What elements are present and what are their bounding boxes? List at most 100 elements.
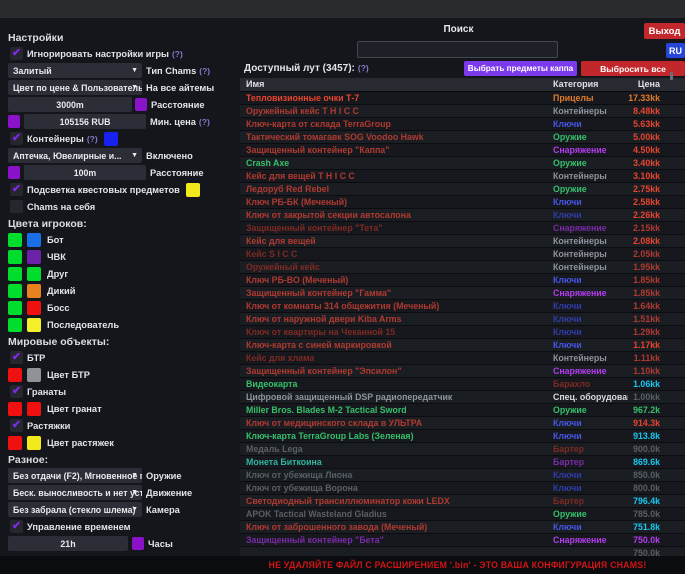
color-swatch[interactable] <box>8 166 20 179</box>
color-swatch[interactable] <box>27 301 41 315</box>
color-swatch[interactable] <box>186 183 200 197</box>
item-name: Тепловизионные очки Т-7 <box>240 92 546 104</box>
color-swatch[interactable] <box>27 233 41 247</box>
checkbox-checked[interactable]: ✔ <box>10 419 23 432</box>
containers-distance-input[interactable]: 100m <box>24 165 146 180</box>
checkbox-checked[interactable]: ✔ <box>10 183 23 196</box>
setting-tripwires[interactable]: ✔ Растяжки <box>8 418 238 433</box>
chams-type-dropdown[interactable]: Залитый▼ <box>8 63 142 78</box>
column-header-name[interactable]: Имя <box>240 78 546 91</box>
table-row[interactable]: Кейс для хламаКонтейнеры1.11kk <box>240 352 685 365</box>
checkbox-checked[interactable]: ✔ <box>10 385 23 398</box>
table-row[interactable]: Цифровой защищенный DSP радиопередатчикС… <box>240 391 685 404</box>
table-row[interactable]: Кейс S I C CКонтейнеры2.05kk <box>240 248 685 261</box>
color-swatch[interactable] <box>27 402 41 416</box>
table-row[interactable]: Ключ от закрытой секции автосалонаКлючи2… <box>240 209 685 222</box>
item-category: Снаряжение <box>546 287 628 299</box>
table-row[interactable]: Ключ-карта с синей маркировкойКлючи1.17k… <box>240 339 685 352</box>
table-row[interactable]: Ключ РБ-ВО (Меченый)Ключи1.85kk <box>240 274 685 287</box>
color-swatch[interactable] <box>27 267 41 281</box>
table-row[interactable]: Ключ от комнаты 314 общежития (Меченый)К… <box>240 300 685 313</box>
table-row[interactable]: Ключ РБ-БК (Меченый)Ключи2.58kk <box>240 196 685 209</box>
table-row[interactable]: Светодиодный трансиллюминатор кожи LEDXБ… <box>240 495 685 508</box>
containers-filter-dropdown[interactable]: Аптечка, Ювелирные и...▼ <box>8 148 142 163</box>
table-row[interactable]: Ключ от заброшенного завода (Меченый)Клю… <box>240 521 685 534</box>
color-swatch[interactable] <box>8 301 22 315</box>
setting-grenades[interactable]: ✔ Гранаты <box>8 384 238 399</box>
table-row[interactable]: Ключ-карта от склада TerraGroupКлючи5.63… <box>240 118 685 131</box>
table-row[interactable]: Медаль LegaБартер900.0k <box>240 443 685 456</box>
column-header-category[interactable]: Категория <box>546 78 628 91</box>
player-color-label: Последователь <box>47 320 119 330</box>
color-swatch[interactable] <box>8 318 22 332</box>
table-row[interactable]: Защищенный контейнер "Эпсилон"Снаряжение… <box>240 365 685 378</box>
table-row[interactable]: Ключ-карта TerraGroup Labs (Зеленая)Ключ… <box>240 430 685 443</box>
color-swatch[interactable] <box>27 284 41 298</box>
color-swatch[interactable] <box>8 115 20 128</box>
distance-input[interactable]: 3000m <box>8 97 132 112</box>
checkbox-unchecked[interactable] <box>10 200 23 213</box>
movement-dropdown[interactable]: Беск. выносливость и нет уста▼ <box>8 485 142 500</box>
table-row[interactable]: Защищенный контейнер "Гамма"Снаряжение1.… <box>240 287 685 300</box>
camera-dropdown[interactable]: Без забрала (стекло шлема)▼ <box>8 502 142 517</box>
color-swatch[interactable] <box>27 318 41 332</box>
color-swatch[interactable] <box>8 250 22 264</box>
table-row[interactable]: Защищенный контейнер "Бета"Снаряжение750… <box>240 534 685 547</box>
checkbox-checked[interactable]: ✔ <box>10 132 23 145</box>
table-row[interactable]: Оружейный кейс T H I C CКонтейнеры8.48kk <box>240 105 685 118</box>
table-row[interactable]: Crash AxeОружие3.40kk <box>240 157 685 170</box>
setting-btr[interactable]: ✔ БТР <box>8 350 238 365</box>
checkbox-checked[interactable]: ✔ <box>10 520 23 533</box>
weapon-dropdown[interactable]: Без отдачи (F2), Мгновенное п▼ <box>8 468 142 483</box>
hours-input[interactable]: 21h <box>8 536 128 551</box>
color-swatch[interactable] <box>104 132 118 146</box>
table-row[interactable]: Ключ от убежища ЛионаКлючи850.0k <box>240 469 685 482</box>
table-row[interactable]: Защищенный контейнер "Тета"Снаряжение2.1… <box>240 222 685 235</box>
language-button[interactable]: RU <box>666 43 685 58</box>
table-row[interactable]: Кейс для вещейКонтейнеры2.08kk <box>240 235 685 248</box>
setting-time-control[interactable]: ✔ Управление временем <box>8 519 238 534</box>
table-row[interactable]: Miller Bros. Blades M-2 Tactical SwordОр… <box>240 404 685 417</box>
table-row[interactable]: ВидеокартаБарахло1.06kk <box>240 378 685 391</box>
setting-chams-self[interactable]: Chams на себя <box>8 199 238 214</box>
player-color-row: Друг <box>8 266 238 281</box>
table-row[interactable]: Оружейный кейсКонтейнеры1.95kk <box>240 261 685 274</box>
color-swatch[interactable] <box>27 436 41 450</box>
table-row[interactable]: Защищенный контейнер "Каппа"Снаряжение4.… <box>240 144 685 157</box>
min-price-input[interactable]: 105156 RUB <box>24 114 146 129</box>
table-row[interactable]: Ключ от медицинского склада в УЛЬТРАКлюч… <box>240 417 685 430</box>
table-row[interactable]: Тепловизионные очки Т-7Прицелы17.33kk <box>240 92 685 105</box>
scrollbar-thumb[interactable] <box>670 72 673 80</box>
color-swatch[interactable] <box>27 368 41 382</box>
table-row[interactable]: Тактический томагавк SOG Voodoo HawkОруж… <box>240 131 685 144</box>
item-name: Оружейный кейс <box>240 261 546 273</box>
search-input[interactable] <box>357 41 558 58</box>
setting-quest-highlight[interactable]: ✔ Подсветка квестовых предметов <box>8 182 238 197</box>
checkbox-checked[interactable]: ✔ <box>10 47 23 60</box>
select-kappa-items-button[interactable]: Выбрать предметы каппа <box>464 61 577 76</box>
table-row[interactable]: Ключ от квартиры на Чеканной 15Ключи1.29… <box>240 326 685 339</box>
color-swatch[interactable] <box>8 284 22 298</box>
color-swatch[interactable] <box>8 233 22 247</box>
table-row[interactable]: APOK Tactical Wasteland GladiusОружие785… <box>240 508 685 521</box>
setting-ignore-game-settings[interactable]: ✔ Игнорировать настройки игры (?) <box>8 46 238 61</box>
exit-button[interactable]: Выход <box>644 23 685 39</box>
color-swatch[interactable] <box>8 267 22 281</box>
checkbox-checked[interactable]: ✔ <box>10 351 23 364</box>
table-row[interactable]: Кейс для вещей T H I C CКонтейнеры3.10kk <box>240 170 685 183</box>
color-swatch[interactable] <box>8 368 22 382</box>
table-row[interactable]: Монета БиткоинаБартер869.6k <box>240 456 685 469</box>
dropdown-value: Цвет по цене & Пользователь <box>13 83 142 93</box>
column-header-price[interactable]: Цена <box>628 78 685 91</box>
table-row[interactable]: Ледоруб Red RebelОружие2.75kk <box>240 183 685 196</box>
color-swatch[interactable] <box>8 436 22 450</box>
setting-containers[interactable]: ✔ Контейнеры (?) <box>8 131 238 146</box>
color-swatch[interactable] <box>27 250 41 264</box>
color-swatch[interactable] <box>8 402 22 416</box>
item-name: Оружейный кейс T H I C C <box>240 105 546 117</box>
all-items-dropdown[interactable]: Цвет по цене & Пользователь▼ <box>8 80 142 95</box>
color-swatch[interactable] <box>135 98 147 111</box>
table-row[interactable]: Ключ от наружной двери Kiba ArmsКлючи1.5… <box>240 313 685 326</box>
color-swatch[interactable] <box>132 537 144 550</box>
table-row[interactable]: Ключ от убежища ВоронаКлючи800.0k <box>240 482 685 495</box>
